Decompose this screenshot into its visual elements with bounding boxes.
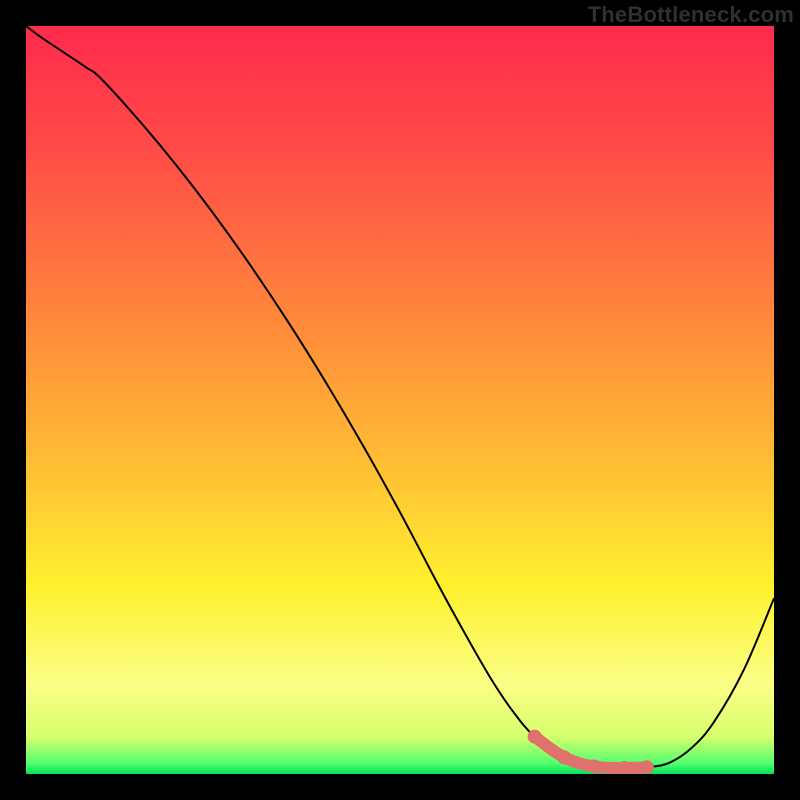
optimal-zone-dot xyxy=(587,760,601,774)
gradient-background xyxy=(26,26,774,774)
optimal-zone-dot xyxy=(640,760,654,774)
optimal-zone-dot xyxy=(528,730,542,744)
chart-svg xyxy=(26,26,774,774)
chart-frame: TheBottleneck.com xyxy=(0,0,800,800)
watermark-text: TheBottleneck.com xyxy=(588,2,794,28)
optimal-zone-dot xyxy=(558,751,572,765)
plot-area xyxy=(26,26,774,774)
